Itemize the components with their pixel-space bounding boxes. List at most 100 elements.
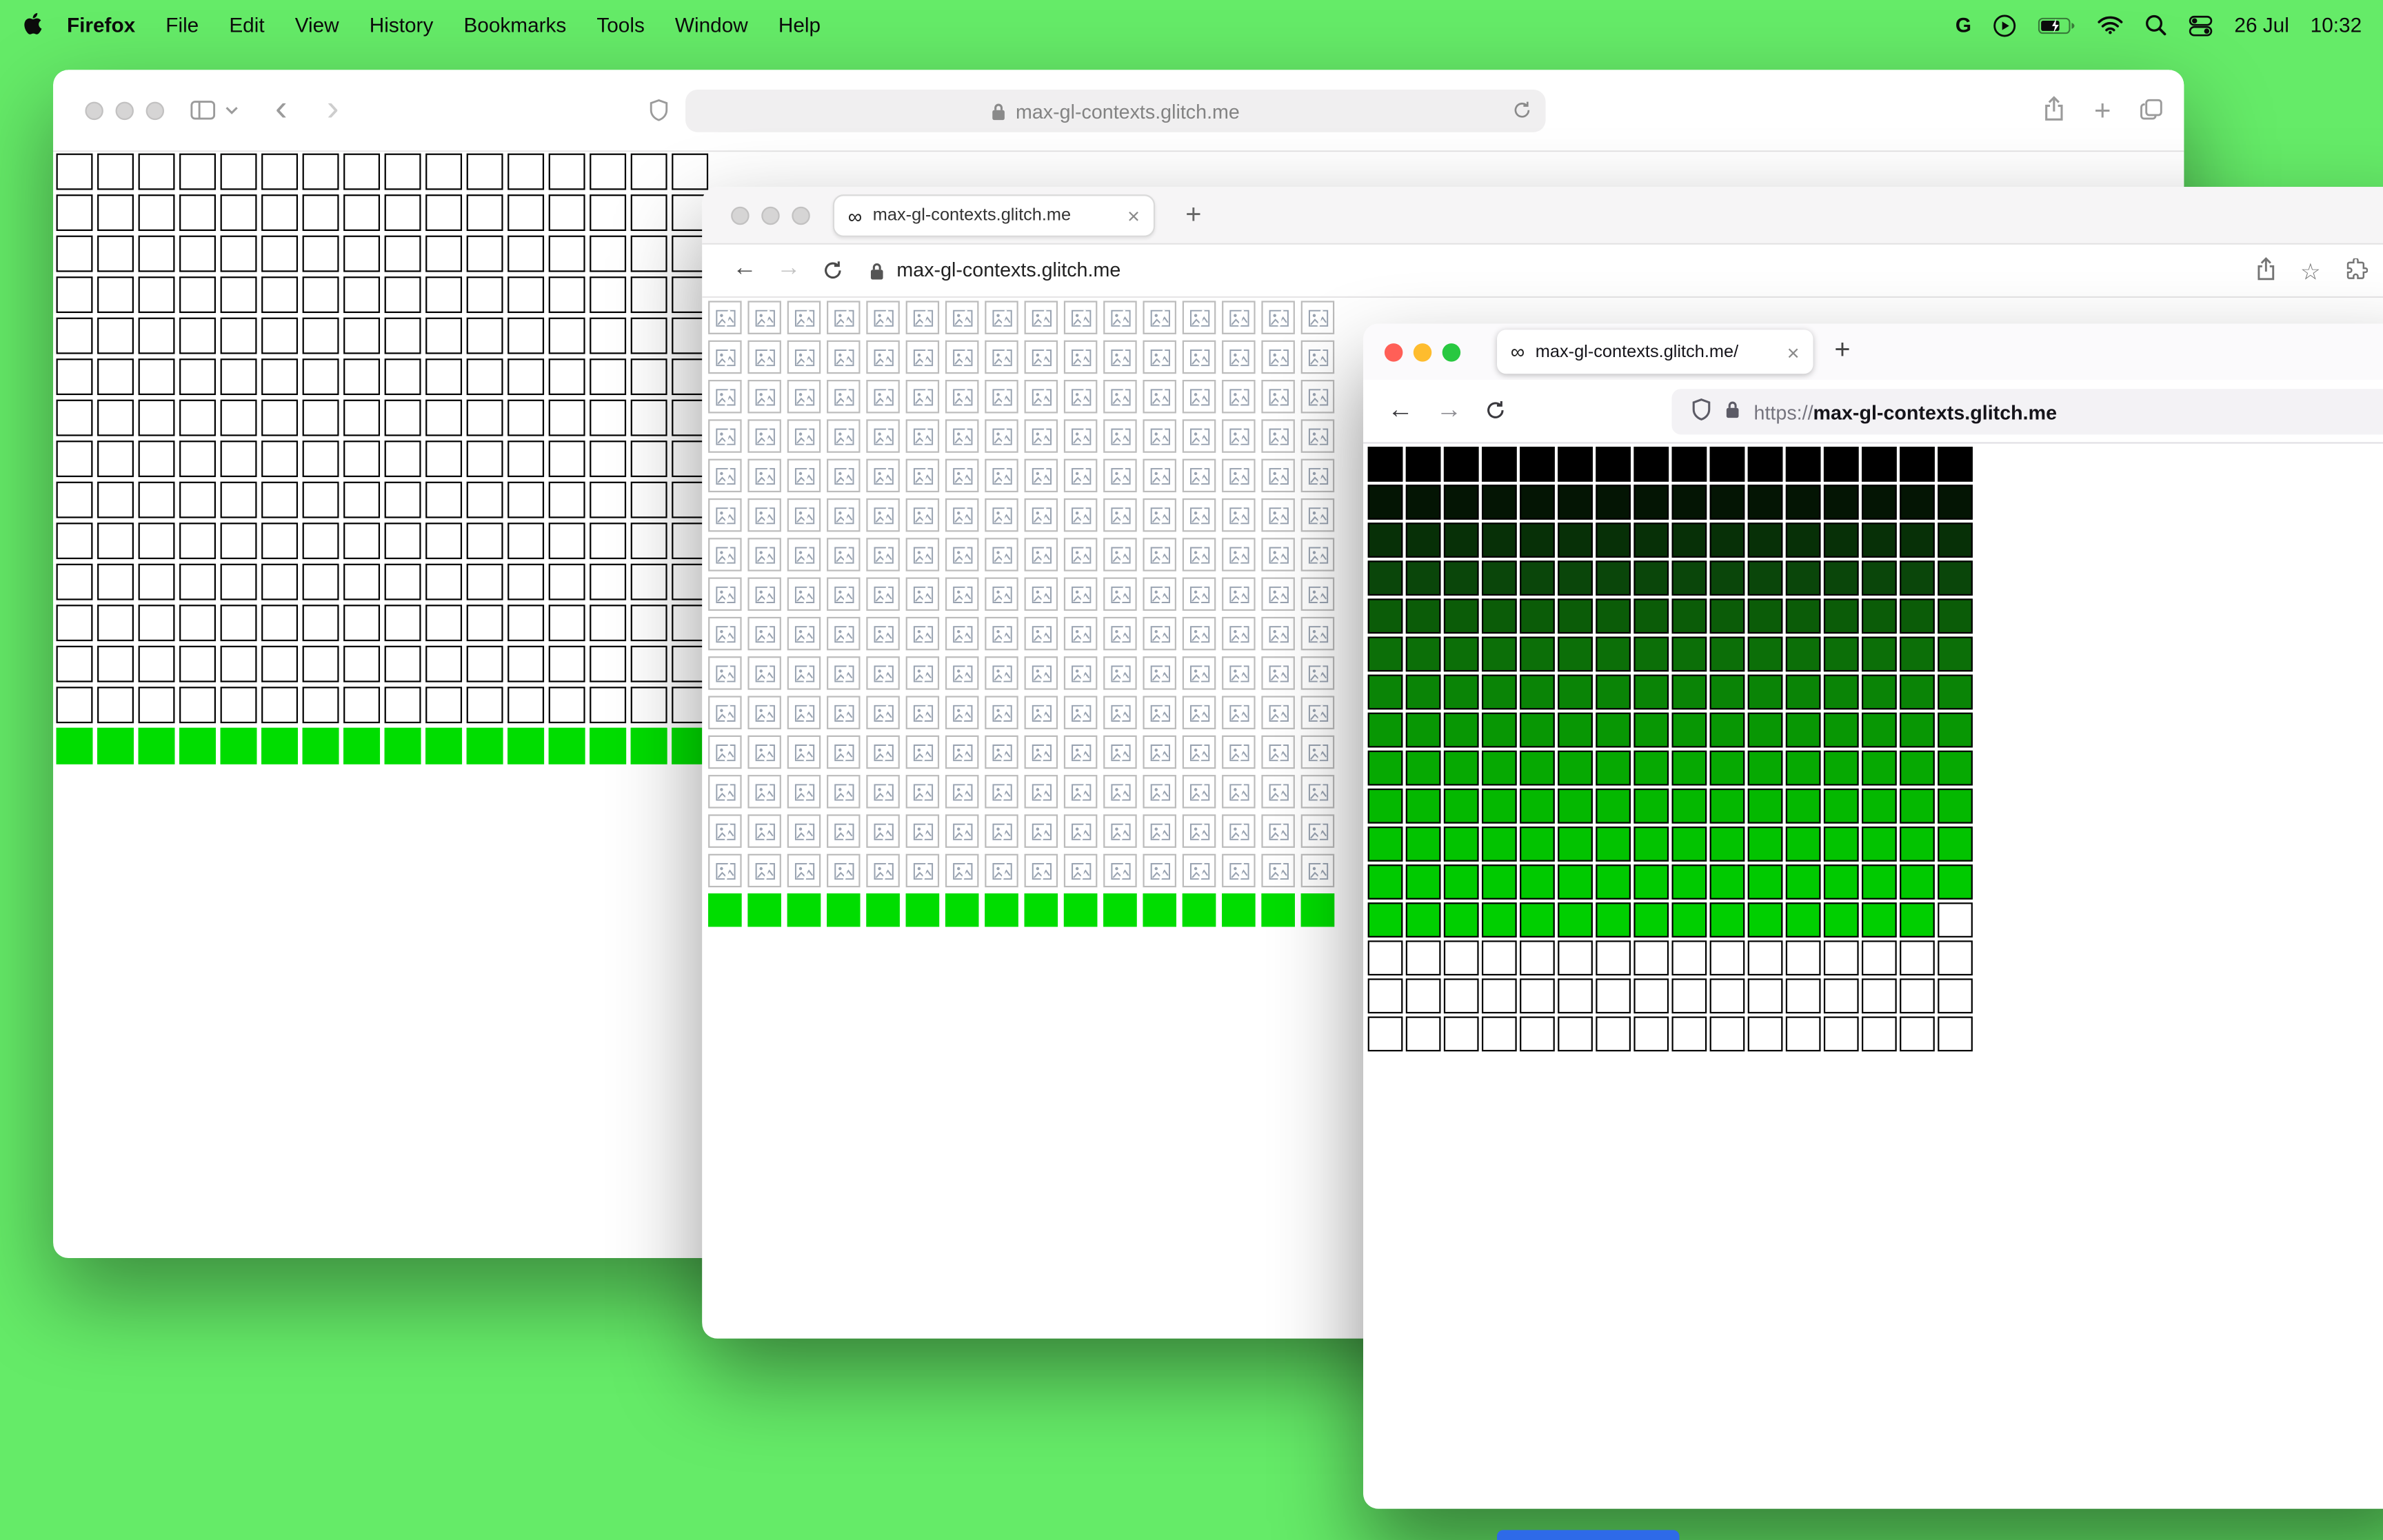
webgl-canvas-cell <box>220 687 257 724</box>
webgl-canvas-cell <box>630 605 667 642</box>
reload-icon[interactable] <box>1512 100 1532 124</box>
active-app-name[interactable]: Firefox <box>52 14 150 37</box>
new-tab-button[interactable]: + <box>1185 199 1201 231</box>
battery-icon[interactable] <box>2038 16 2076 34</box>
webgl-canvas-cell <box>1671 940 1707 976</box>
webgl-canvas-cell <box>1261 735 1295 769</box>
webgl-canvas-cell <box>1709 712 1745 748</box>
webgl-canvas-cell <box>261 523 299 560</box>
new-tab-button[interactable]: + <box>1834 334 1850 366</box>
background-window-edge[interactable] <box>1497 1530 1680 1540</box>
new-tab-button[interactable]: + <box>2094 97 2111 126</box>
webgl-canvas-cell <box>1900 788 1935 824</box>
webgl-canvas-cell <box>1596 1016 1631 1052</box>
spotlight-search-icon[interactable] <box>2144 14 2167 37</box>
webgl-canvas-cell <box>1596 560 1631 596</box>
privacy-shield-icon[interactable] <box>649 99 669 129</box>
webgl-canvas-cell <box>466 358 503 396</box>
menu-edit[interactable]: Edit <box>214 14 279 37</box>
webgl-canvas-cell <box>425 358 463 396</box>
webgl-canvas-cell <box>1558 712 1593 748</box>
wifi-icon[interactable] <box>2098 15 2123 35</box>
menu-history[interactable]: History <box>354 14 449 37</box>
now-playing-icon[interactable] <box>1993 13 2017 37</box>
minimize-window-button[interactable] <box>1413 343 1432 362</box>
reload-button[interactable] <box>1485 400 1506 429</box>
broken-image-icon <box>912 507 933 524</box>
webgl-canvas-cell <box>1367 1016 1403 1052</box>
menu-view[interactable]: View <box>280 14 354 37</box>
webgl-canvas-cell <box>1481 902 1517 938</box>
broken-image-icon <box>1070 822 1091 840</box>
address-bar-url[interactable]: max-gl-contexts.glitch.me <box>896 259 1120 281</box>
forward-button[interactable]: › <box>327 89 339 129</box>
menu-file[interactable]: File <box>150 14 214 37</box>
back-button[interactable]: ← <box>1387 395 1413 425</box>
reload-button[interactable] <box>822 260 843 289</box>
webgl-canvas-cell <box>466 194 503 232</box>
webgl-canvas-cell <box>1143 893 1176 927</box>
broken-image-icon <box>754 309 774 326</box>
forward-button[interactable]: → <box>776 255 801 283</box>
broken-image-icon <box>952 862 972 880</box>
webgl-canvas-cell <box>1747 674 1783 710</box>
webgl-canvas-cell <box>708 458 742 493</box>
menu-help[interactable]: Help <box>763 14 836 37</box>
bookmark-star-icon[interactable]: ☆ <box>2300 260 2321 285</box>
minimize-window-button[interactable] <box>761 206 780 225</box>
tab-overview-icon[interactable] <box>2140 98 2162 127</box>
menu-bar-date[interactable]: 26 Jul <box>2234 14 2289 37</box>
close-tab-icon[interactable]: × <box>1787 341 1800 363</box>
browser-tab[interactable]: ∞ max-gl-contexts.glitch.me × <box>832 194 1156 237</box>
webgl-canvas-cell <box>1300 814 1335 848</box>
broken-image-icon <box>1189 585 1209 602</box>
tracking-shield-icon[interactable] <box>1691 398 1711 425</box>
back-button[interactable]: ‹ <box>275 89 288 129</box>
share-icon[interactable] <box>2042 96 2065 129</box>
share-icon[interactable] <box>2255 256 2276 288</box>
close-tab-icon[interactable]: × <box>1127 205 1140 227</box>
webgl-canvas-cell <box>507 563 545 600</box>
webgl-canvas-cell <box>1143 616 1176 651</box>
sidebar-toggle-button[interactable] <box>190 100 239 120</box>
apple-menu-icon[interactable] <box>21 10 43 40</box>
forward-button[interactable]: → <box>1436 395 1462 425</box>
zoom-window-button[interactable] <box>792 206 810 225</box>
webgl-canvas-cell <box>1367 447 1403 482</box>
broken-image-icon <box>715 783 735 800</box>
browser-tab[interactable]: ∞ max-gl-contexts.glitch.me/ × <box>1497 330 1813 374</box>
close-window-button[interactable] <box>731 206 750 225</box>
extensions-puzzle-icon[interactable] <box>2345 256 2369 288</box>
webgl-canvas-cell <box>1596 750 1631 786</box>
close-window-button[interactable] <box>1384 343 1403 362</box>
menu-bookmarks[interactable]: Bookmarks <box>448 14 581 37</box>
address-bar[interactable]: https://max-gl-contexts.glitch.me <box>1671 389 2383 435</box>
webgl-canvas-cell <box>1143 340 1176 374</box>
webgl-canvas-cell <box>1785 636 1821 672</box>
control-center-icon[interactable] <box>2189 13 2213 37</box>
minimize-window-button[interactable] <box>115 101 134 121</box>
grammarly-icon[interactable]: G <box>1955 14 1971 37</box>
zoom-window-button[interactable] <box>145 101 165 121</box>
broken-image-icon <box>1229 665 1249 682</box>
webgl-canvas-cell <box>747 340 781 374</box>
webgl-canvas-cell <box>787 301 821 334</box>
address-bar[interactable]: max-gl-contexts.glitch.me <box>685 90 1546 132</box>
menu-window[interactable]: Window <box>660 14 763 37</box>
webgl-canvas-cell <box>827 775 861 809</box>
webgl-canvas-cell <box>985 340 1018 374</box>
webgl-canvas-cell <box>985 656 1018 690</box>
webgl-canvas-cell <box>1182 538 1216 571</box>
zoom-window-button[interactable] <box>1442 343 1461 362</box>
menu-bar-time[interactable]: 10:32 <box>2311 14 2362 37</box>
webgl-canvas-cell <box>1443 940 1479 976</box>
menu-tools[interactable]: Tools <box>581 14 660 37</box>
back-button[interactable]: ← <box>732 255 756 283</box>
lock-icon[interactable] <box>1725 400 1740 424</box>
webgl-canvas-cell <box>590 276 627 314</box>
webgl-canvas-cell <box>787 498 821 532</box>
webgl-canvas-cell <box>1938 788 1973 824</box>
close-window-button[interactable] <box>85 101 103 121</box>
webgl-canvas-cell <box>466 276 503 314</box>
webgl-canvas-cell <box>747 616 781 651</box>
